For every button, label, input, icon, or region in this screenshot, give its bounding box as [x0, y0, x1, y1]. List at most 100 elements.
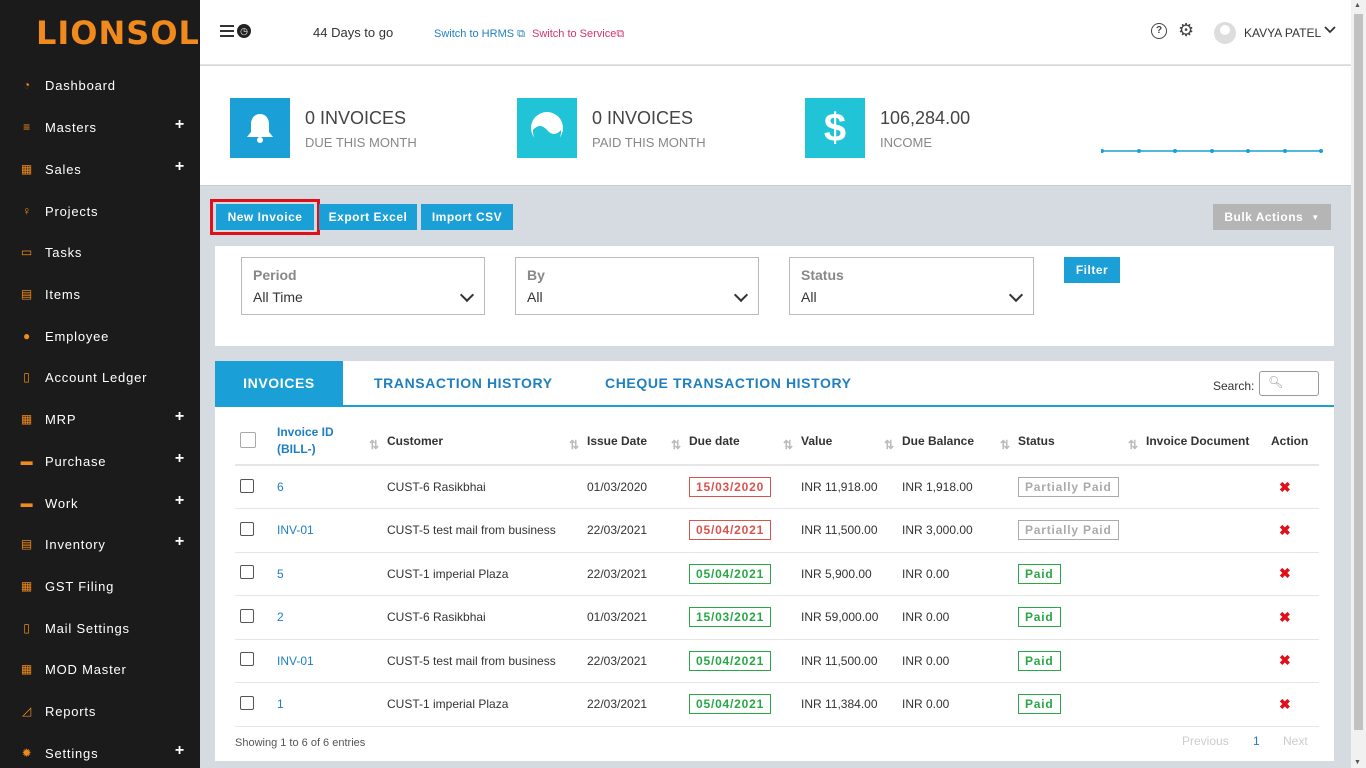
archive-icon: ▤: [20, 537, 34, 551]
sidebar-item-mail-settings[interactable]: ▯ Mail Settings: [0, 616, 200, 640]
sidebar-item-work[interactable]: ▬ Work +: [0, 491, 200, 515]
sidebar-item-gst-filing[interactable]: ▦ GST Filing: [0, 574, 200, 598]
search-input[interactable]: 🔍︎: [1259, 371, 1319, 396]
scroll-down-icon[interactable]: ▼: [1354, 759, 1361, 766]
row-checkbox[interactable]: [240, 565, 254, 580]
expand-plus-icon[interactable]: +: [175, 450, 185, 468]
next-page-button[interactable]: Next: [1283, 734, 1308, 748]
menu-toggle-icon[interactable]: [220, 25, 234, 37]
invoice-id-cell: 2: [277, 595, 387, 640]
previous-page-button[interactable]: Previous: [1182, 734, 1229, 748]
sort-icon: ⇅: [999, 438, 1010, 452]
delete-icon[interactable]: ✖: [1279, 522, 1291, 538]
by-select[interactable]: By All: [515, 257, 759, 315]
table-row[interactable]: 6 CUST-6 Rasikbhai 01/03/2020 15/03/2020 INR…: [235, 465, 1319, 509]
sidebar-item-employee[interactable]: ● Employee: [0, 324, 200, 348]
lightbulb-icon: ♀: [22, 204, 32, 218]
sidebar-item-settings[interactable]: ✹ Settings +: [0, 741, 200, 765]
row-checkbox[interactable]: [240, 478, 254, 493]
help-icon[interactable]: ?: [1151, 23, 1167, 39]
sidebar-item-reports[interactable]: ◿ Reports: [0, 699, 200, 723]
invoice-id-link[interactable]: 2: [277, 610, 284, 624]
delete-icon[interactable]: ✖: [1279, 565, 1291, 581]
delete-icon[interactable]: ✖: [1279, 696, 1291, 712]
col-invoice-id[interactable]: Invoice ID (BILL-) ⇅: [277, 418, 387, 466]
sidebar-item-mod-master[interactable]: ▦ MOD Master: [0, 657, 200, 681]
page-number-button[interactable]: 1: [1253, 734, 1260, 748]
bulk-actions-dropdown[interactable]: Bulk Actions ▼: [1213, 204, 1331, 230]
expand-plus-icon[interactable]: +: [175, 742, 185, 760]
action-cell: ✖: [1271, 682, 1319, 727]
period-select[interactable]: Period All Time: [241, 257, 485, 315]
tab-transaction-history[interactable]: TRANSACTION HISTORY: [374, 361, 553, 405]
delete-icon[interactable]: ✖: [1279, 652, 1291, 668]
row-checkbox[interactable]: [240, 695, 254, 710]
col-issue-date[interactable]: Issue Date ⇅: [587, 418, 689, 466]
sidebar-item-purchase[interactable]: ▬ Purchase +: [0, 449, 200, 473]
scroll-up-icon[interactable]: ▲: [1354, 2, 1361, 9]
sidebar-item-label: MRP: [45, 411, 77, 427]
invoice-id-link[interactable]: 6: [277, 480, 284, 494]
filter-button[interactable]: Filter: [1064, 257, 1120, 283]
col-customer[interactable]: Customer ⇅: [387, 418, 587, 466]
avatar[interactable]: [1214, 22, 1236, 44]
sidebar-item-masters[interactable]: ≡ Masters +: [0, 115, 200, 139]
brand-logo[interactable]: LIONSOL: [36, 14, 200, 52]
table-header-row: Invoice ID (BILL-) ⇅ Customer ⇅ Issue Date ⇅…: [235, 418, 1319, 466]
tab-cheque-transaction-history[interactable]: CHEQUE TRANSACTION HISTORY: [605, 361, 852, 405]
invoice-document-cell: [1146, 552, 1271, 596]
export-excel-button[interactable]: Export Excel: [319, 204, 417, 230]
new-invoice-button[interactable]: New Invoice: [216, 204, 314, 230]
due-date-cell: 05/04/2021: [689, 682, 801, 727]
sidebar-item-items[interactable]: ▤ Items: [0, 282, 200, 306]
sidebar-item-tasks[interactable]: ▭ Tasks: [0, 240, 200, 264]
switch-to-hrms-link[interactable]: Switch to HRMS ⧉: [434, 28, 525, 41]
switch-to-service-link[interactable]: Switch to Service⧉: [532, 28, 624, 41]
sidebar-item-account-ledger[interactable]: ▯ Account Ledger: [0, 365, 200, 389]
sidebar-item-projects[interactable]: ♀ Projects: [0, 199, 200, 223]
delete-icon[interactable]: ✖: [1279, 479, 1291, 495]
sidebar-item-label: Masters: [45, 119, 97, 135]
sidebar-item-dashboard[interactable]: ◔ Dashboard: [0, 73, 200, 97]
chevron-down-icon[interactable]: [1324, 23, 1336, 38]
col-due-balance[interactable]: Due Balance ⇅: [902, 418, 1018, 466]
import-csv-button[interactable]: Import CSV: [421, 204, 513, 230]
table-row[interactable]: INV-01 CUST-5 test mail from business 22/0…: [235, 508, 1319, 553]
invoice-id-link[interactable]: INV-01: [277, 523, 314, 537]
document-icon: ▯: [23, 621, 31, 635]
col-value[interactable]: Value ⇅: [801, 418, 902, 466]
scrollbar-thumb[interactable]: [1354, 14, 1363, 730]
status-select[interactable]: Status All: [789, 257, 1034, 315]
delete-icon[interactable]: ✖: [1279, 609, 1291, 625]
invoice-id-link[interactable]: 5: [277, 567, 284, 581]
expand-plus-icon[interactable]: +: [175, 116, 185, 134]
period-select-label: Period: [253, 267, 297, 283]
expand-plus-icon[interactable]: +: [175, 408, 185, 426]
table-row[interactable]: 1 CUST-1 imperial Plaza 22/03/2021 05/04/20…: [235, 682, 1319, 727]
row-select-cell: [235, 465, 277, 509]
expand-plus-icon[interactable]: +: [175, 533, 185, 551]
invoice-id-link[interactable]: 1: [277, 697, 284, 711]
sidebar-item-sales[interactable]: ▦ Sales +: [0, 157, 200, 181]
row-checkbox[interactable]: [240, 608, 254, 623]
tab-invoices[interactable]: INVOICES: [215, 361, 343, 405]
page-scrollbar[interactable]: ▲ ▼: [1351, 0, 1366, 768]
invoice-id-link[interactable]: INV-01: [277, 654, 314, 668]
row-checkbox[interactable]: [240, 652, 254, 667]
issue-date-cell: 01/03/2020: [587, 465, 689, 509]
col-due-date[interactable]: Due date ⇅: [689, 418, 801, 466]
sidebar-item-inventory[interactable]: ▤ Inventory +: [0, 532, 200, 556]
select-all-checkbox[interactable]: [240, 431, 256, 448]
table-row[interactable]: INV-01 CUST-5 test mail from business 22/0…: [235, 639, 1319, 683]
table-row[interactable]: 5 CUST-1 imperial Plaza 22/03/2021 05/04/20…: [235, 552, 1319, 596]
row-checkbox[interactable]: [240, 521, 254, 536]
expand-plus-icon[interactable]: +: [175, 158, 185, 176]
sidebar-item-mrp[interactable]: ▦ MRP +: [0, 407, 200, 431]
expand-plus-icon[interactable]: +: [175, 492, 185, 510]
col-status[interactable]: Status ⇅: [1018, 418, 1146, 466]
top-bar: ◷ 44 Days to go Switch to HRMS ⧉ Switch …: [200, 0, 1351, 65]
gear-icon[interactable]: ⚙: [1178, 20, 1194, 41]
table-row[interactable]: 2 CUST-6 Rasikbhai 01/03/2021 15/03/2021 INR…: [235, 595, 1319, 640]
invoice-id-cell: 1: [277, 682, 387, 727]
user-name[interactable]: KAVYA PATEL: [1244, 26, 1321, 40]
